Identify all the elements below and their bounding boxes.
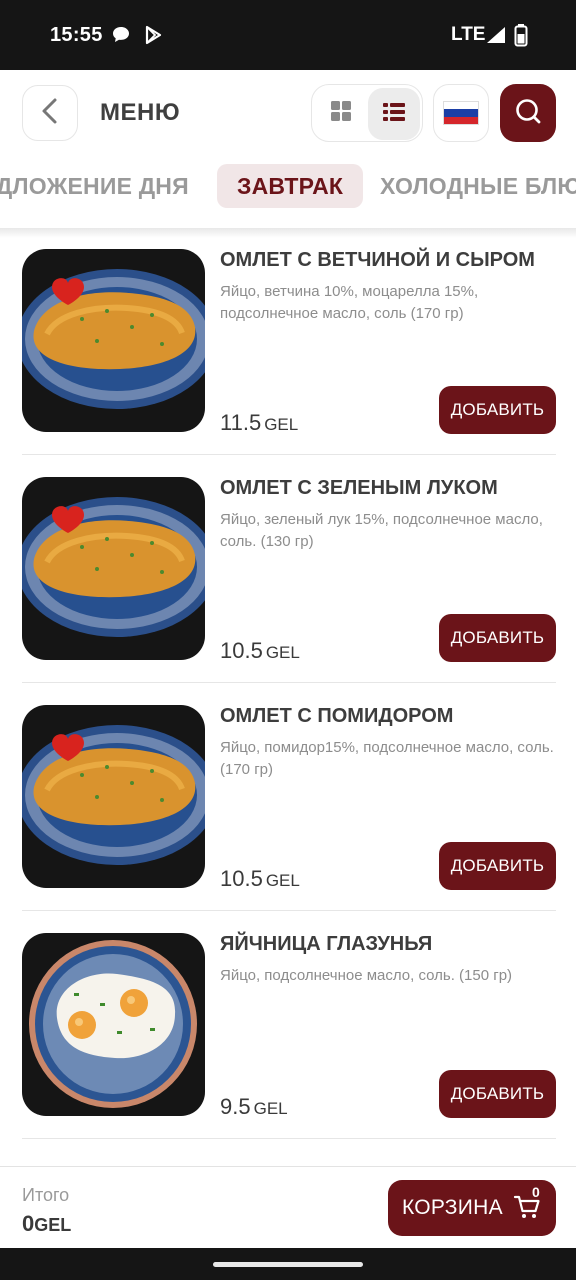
item-divider [22, 682, 556, 683]
item-divider [22, 454, 556, 455]
item-divider [22, 910, 556, 911]
add-button[interactable]: ДОБАВИТЬ [439, 386, 556, 434]
dish-image-omelette[interactable] [22, 477, 205, 660]
total-label: Итого [22, 1185, 70, 1205]
dish-price: 11.5 GEL [220, 410, 298, 436]
total-amount: 0GEL [22, 1211, 71, 1237]
menu-item: ОМЛЕТ С ЗЕЛЕНЫМ ЛУКОМ Яйцо, зеленый лук … [22, 477, 556, 705]
signal-icon [486, 26, 506, 49]
dish-description: Яйцо, подсолнечное масло, соль. (150 гр) [220, 967, 513, 984]
add-button[interactable]: ДОБАВИТЬ [439, 1070, 556, 1118]
cart-button-label: КОРЗИНА [402, 1196, 503, 1219]
dish-name: ЯЙЧНИЦА ГЛАЗУНЬЯ [220, 933, 433, 955]
menu-item: ОМЛЕТ С ПОМИДОРОМ Яйцо, помидор15%, подс… [22, 705, 556, 933]
menu-item: ЯЙЧНИЦА ГЛАЗУНЬЯ Яйцо, подсолнечное масл… [22, 933, 556, 1161]
add-button[interactable]: ДОБАВИТЬ [439, 842, 556, 890]
item-divider [22, 1138, 556, 1139]
tab-offer-of-day[interactable]: ПРЕДЛОЖЕНИЕ ДНЯ [0, 164, 209, 208]
system-nav-bar [0, 1248, 576, 1280]
dish-image-omelette[interactable] [22, 249, 205, 432]
price-currency: GEL [265, 643, 300, 662]
grid-icon [330, 100, 352, 127]
menu-item: ОМЛЕТ С ВЕТЧИНОЙ И СЫРОМ Яйцо, ветчина 1… [22, 249, 556, 477]
dish-price: 10.5 GEL [220, 638, 300, 664]
price-value: 10.5 [220, 866, 263, 891]
tab-cold-dishes[interactable]: ХОЛОДНЫЕ БЛЮДА [360, 164, 576, 208]
add-button[interactable]: ДОБАВИТЬ [439, 614, 556, 662]
total-currency: GEL [34, 1215, 72, 1235]
dish-description: Яйцо, ветчина 10%, моцарелла 15%, подсол… [220, 283, 479, 322]
chat-notification-icon [110, 24, 132, 51]
back-button[interactable] [22, 85, 78, 141]
view-toggle [311, 84, 423, 142]
dish-name: ОМЛЕТ С ВЕТЧИНОЙ И СЫРОМ [220, 249, 535, 271]
category-tabs: ПРЕДЛОЖЕНИЕ ДНЯ ЗАВТРАК ХОЛОДНЫЕ БЛЮДА [0, 164, 576, 210]
chevron-left-icon [39, 97, 61, 130]
tab-breakfast[interactable]: ЗАВТРАК [217, 164, 364, 208]
status-time: 15:55 [50, 24, 103, 46]
dish-price: 10.5 GEL [220, 866, 300, 892]
language-button[interactable] [433, 84, 489, 142]
cart-button[interactable]: КОРЗИНА 0 [388, 1180, 556, 1236]
cart-count-badge: 0 [532, 1184, 540, 1200]
search-icon [514, 97, 542, 130]
list-view-button[interactable] [368, 88, 420, 140]
page-title: МЕНЮ [100, 99, 181, 126]
battery-icon [514, 23, 528, 52]
dish-price: 9.5 GEL [220, 1094, 288, 1120]
header-divider [0, 228, 576, 238]
total-value: 0 [22, 1211, 35, 1236]
price-value: 9.5 [220, 1094, 251, 1119]
dish-name: ОМЛЕТ С ПОМИДОРОМ [220, 705, 454, 727]
cart-summary-bar: Итого 0GEL КОРЗИНА 0 [0, 1166, 576, 1248]
price-value: 10.5 [220, 638, 263, 663]
status-bar: 15:55 LTE [0, 0, 576, 70]
dish-description: Яйцо, помидор15%, подсолнечное масло, со… [220, 739, 554, 778]
network-type: LTE [451, 24, 486, 45]
home-gesture-handle[interactable] [213, 1262, 363, 1267]
russian-flag-icon [443, 101, 479, 125]
dish-image-omelette[interactable] [22, 705, 205, 888]
price-value: 11.5 [220, 410, 262, 435]
app-header: МЕНЮ ПРЕДЛОЖЕНИЕ ДНЯ ЗАВТРАК ХОЛОДНЫЕ БЛ… [0, 70, 576, 230]
price-currency: GEL [265, 871, 300, 890]
price-currency: GEL [253, 1099, 288, 1118]
search-button[interactable] [500, 84, 556, 142]
price-currency: GEL [264, 415, 299, 434]
dish-name: ОМЛЕТ С ЗЕЛЕНЫМ ЛУКОМ [220, 477, 498, 499]
grid-view-button[interactable] [318, 90, 364, 136]
play-store-icon [142, 24, 164, 51]
dish-description: Яйцо, зеленый лук 15%, подсолнечное масл… [220, 511, 543, 550]
list-icon [382, 101, 406, 128]
dish-image-fried-eggs[interactable] [22, 933, 205, 1116]
